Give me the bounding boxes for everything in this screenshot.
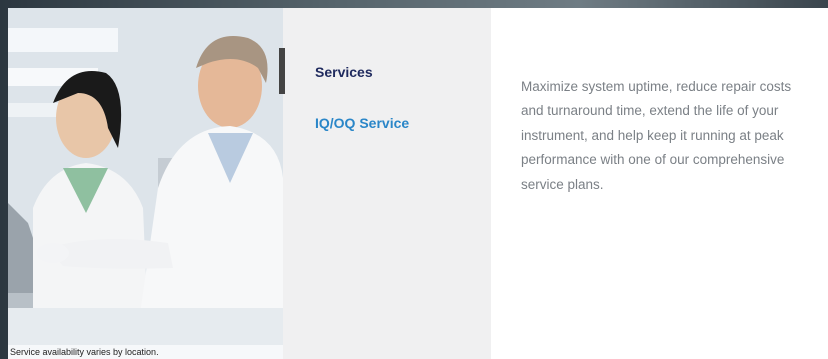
services-content: Maximize system uptime, reduce repair co…: [491, 8, 828, 359]
nav-item-services[interactable]: Services: [315, 64, 373, 80]
active-indicator: [279, 48, 285, 94]
photo-caption: Service availability varies by location.: [8, 345, 283, 359]
services-nav: Services IQ/OQ Service: [279, 8, 491, 359]
nav-item-iq-oq-service[interactable]: IQ/OQ Service: [315, 115, 409, 131]
services-description: Maximize system uptime, reduce repair co…: [521, 78, 792, 192]
photo-illustration: [8, 8, 283, 359]
lab-scientists-photo: Service availability varies by location.: [8, 8, 283, 359]
services-panel: Service availability varies by location.…: [8, 8, 828, 359]
